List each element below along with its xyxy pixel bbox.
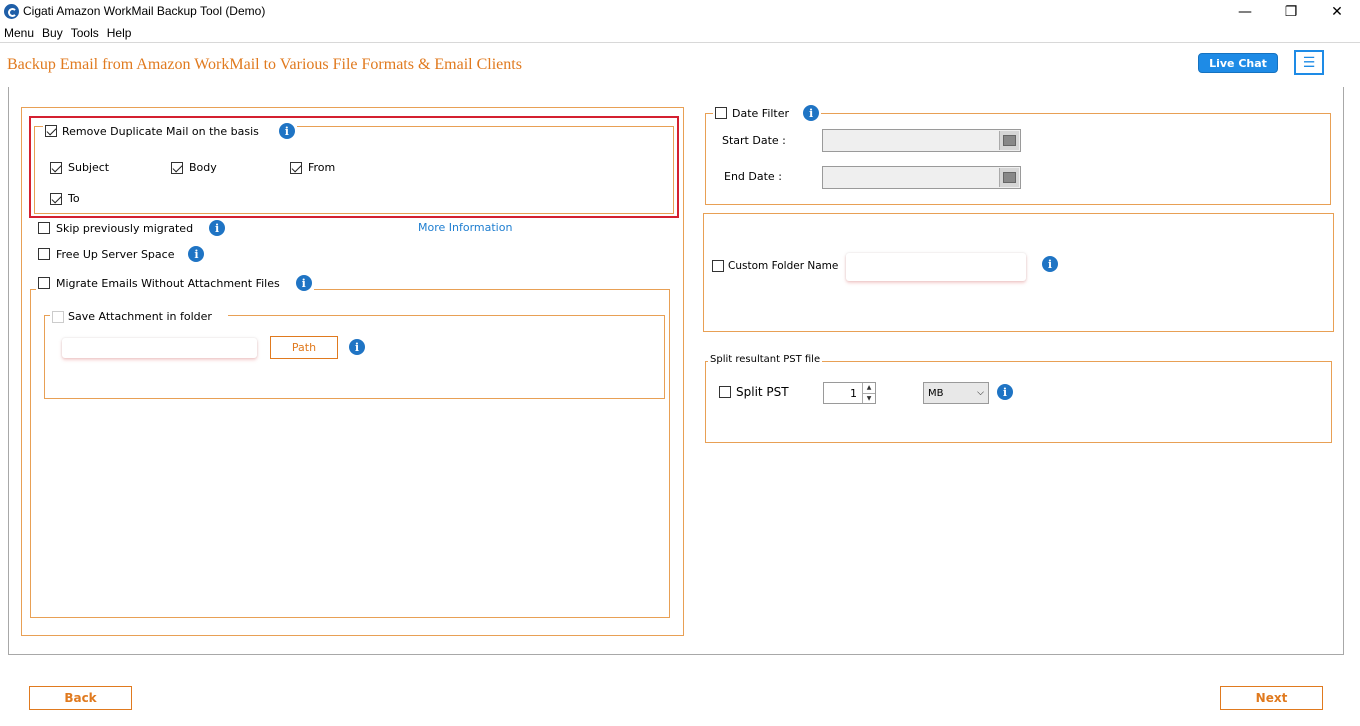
page-title: Backup Email from Amazon WorkMail to Var… bbox=[7, 56, 522, 73]
info-icon[interactable]: i bbox=[997, 384, 1013, 400]
option-from[interactable]: From bbox=[290, 161, 335, 174]
body-label: Body bbox=[189, 161, 217, 174]
window-title: Cigati Amazon WorkMail Backup Tool (Demo… bbox=[23, 4, 266, 18]
back-button[interactable]: Back bbox=[29, 686, 132, 710]
menu-item-buy[interactable]: Buy bbox=[38, 24, 67, 42]
app-logo-icon bbox=[4, 4, 19, 19]
calendar-icon[interactable] bbox=[999, 131, 1019, 150]
menu-bar: Menu Buy Tools Help bbox=[0, 24, 135, 42]
split-pst-label: Split PST bbox=[736, 385, 789, 399]
end-date-picker[interactable] bbox=[822, 166, 1021, 189]
live-chat-button[interactable]: Live Chat bbox=[1198, 53, 1278, 73]
menu-item-menu[interactable]: Menu bbox=[0, 24, 38, 42]
free-up-option[interactable]: Free Up Server Space i bbox=[38, 246, 205, 262]
custom-folder-label: Custom Folder Name bbox=[728, 260, 839, 272]
save-attachment-checkbox[interactable] bbox=[52, 310, 64, 323]
remove-duplicate-checkbox[interactable] bbox=[45, 125, 57, 137]
info-icon[interactable]: i bbox=[803, 105, 820, 121]
restore-button[interactable]: ❐ bbox=[1268, 0, 1314, 24]
free-up-label: Free Up Server Space bbox=[56, 247, 175, 261]
hamburger-menu-icon[interactable]: ☰ bbox=[1294, 50, 1324, 75]
skip-migrated-label: Skip previously migrated bbox=[56, 221, 194, 235]
info-icon[interactable]: i bbox=[188, 246, 205, 262]
skip-migrated-option[interactable]: Skip previously migrated i bbox=[38, 220, 226, 236]
info-icon[interactable]: i bbox=[295, 275, 312, 291]
custom-folder-option[interactable]: Custom Folder Name bbox=[712, 260, 838, 272]
start-date-picker[interactable] bbox=[822, 129, 1021, 152]
info-icon[interactable]: i bbox=[1042, 256, 1058, 272]
migrate-without-attachments-checkbox[interactable] bbox=[38, 277, 50, 289]
start-date-label: Start Date : bbox=[722, 134, 786, 147]
body-checkbox[interactable] bbox=[171, 161, 183, 174]
option-to[interactable]: To bbox=[50, 192, 80, 205]
option-subject[interactable]: Subject bbox=[50, 161, 109, 174]
migrate-without-attachments-legend: Migrate Emails Without Attachment Files … bbox=[36, 275, 314, 291]
split-size-stepper[interactable]: 1 ▲ ▼ bbox=[823, 382, 876, 404]
save-attachment-legend: Save Attachment in folder bbox=[50, 310, 228, 323]
next-button[interactable]: Next bbox=[1220, 686, 1323, 710]
remove-duplicate-legend: Remove Duplicate Mail on the basis i bbox=[43, 123, 297, 139]
remove-duplicate-label: Remove Duplicate Mail on the basis bbox=[62, 124, 259, 138]
custom-folder-checkbox[interactable] bbox=[712, 260, 724, 272]
stepper-down-icon[interactable]: ▼ bbox=[863, 394, 875, 404]
more-information-link[interactable]: More Information bbox=[418, 221, 512, 234]
custom-folder-input[interactable] bbox=[846, 253, 1026, 281]
split-unit-select[interactable]: MB ⌵ bbox=[923, 382, 989, 404]
path-button[interactable]: Path bbox=[270, 336, 338, 359]
date-filter-checkbox[interactable] bbox=[715, 107, 727, 119]
menu-divider bbox=[0, 42, 1360, 43]
split-pst-checkbox[interactable] bbox=[719, 386, 731, 398]
calendar-icon[interactable] bbox=[999, 168, 1019, 187]
to-checkbox[interactable] bbox=[50, 192, 62, 205]
date-filter-label: Date Filter bbox=[732, 106, 790, 120]
skip-migrated-checkbox[interactable] bbox=[38, 222, 50, 234]
subject-label: Subject bbox=[68, 161, 110, 174]
split-pst-group bbox=[705, 361, 1332, 443]
split-unit-value: MB bbox=[928, 387, 944, 399]
attachment-path-input[interactable] bbox=[62, 338, 257, 358]
save-attachment-label: Save Attachment in folder bbox=[68, 310, 212, 323]
stepper-up-icon[interactable]: ▲ bbox=[863, 383, 875, 394]
split-group-label: Split resultant PST file bbox=[708, 354, 823, 365]
split-pst-option[interactable]: Split PST bbox=[719, 385, 789, 399]
from-checkbox[interactable] bbox=[290, 161, 302, 174]
end-date-label: End Date : bbox=[724, 170, 782, 183]
option-body[interactable]: Body bbox=[171, 161, 217, 174]
close-button[interactable]: ✕ bbox=[1314, 0, 1360, 24]
date-filter-group bbox=[705, 113, 1331, 205]
minimize-button[interactable]: — bbox=[1222, 0, 1268, 24]
from-label: From bbox=[308, 161, 336, 174]
chevron-down-icon: ⌵ bbox=[977, 388, 984, 398]
date-filter-legend: Date Filter i bbox=[713, 105, 822, 121]
info-icon[interactable]: i bbox=[349, 339, 365, 355]
menu-item-help[interactable]: Help bbox=[103, 24, 136, 42]
to-label: To bbox=[68, 192, 80, 205]
free-up-checkbox[interactable] bbox=[38, 248, 50, 260]
subject-checkbox[interactable] bbox=[50, 161, 62, 174]
duplicate-options-group bbox=[34, 126, 674, 214]
info-icon[interactable]: i bbox=[278, 123, 295, 139]
split-size-value: 1 bbox=[850, 387, 857, 400]
stepper-buttons: ▲ ▼ bbox=[862, 383, 875, 403]
info-icon[interactable]: i bbox=[209, 220, 226, 236]
migrate-without-attachments-label: Migrate Emails Without Attachment Files bbox=[56, 276, 280, 290]
menu-item-tools[interactable]: Tools bbox=[67, 24, 103, 42]
